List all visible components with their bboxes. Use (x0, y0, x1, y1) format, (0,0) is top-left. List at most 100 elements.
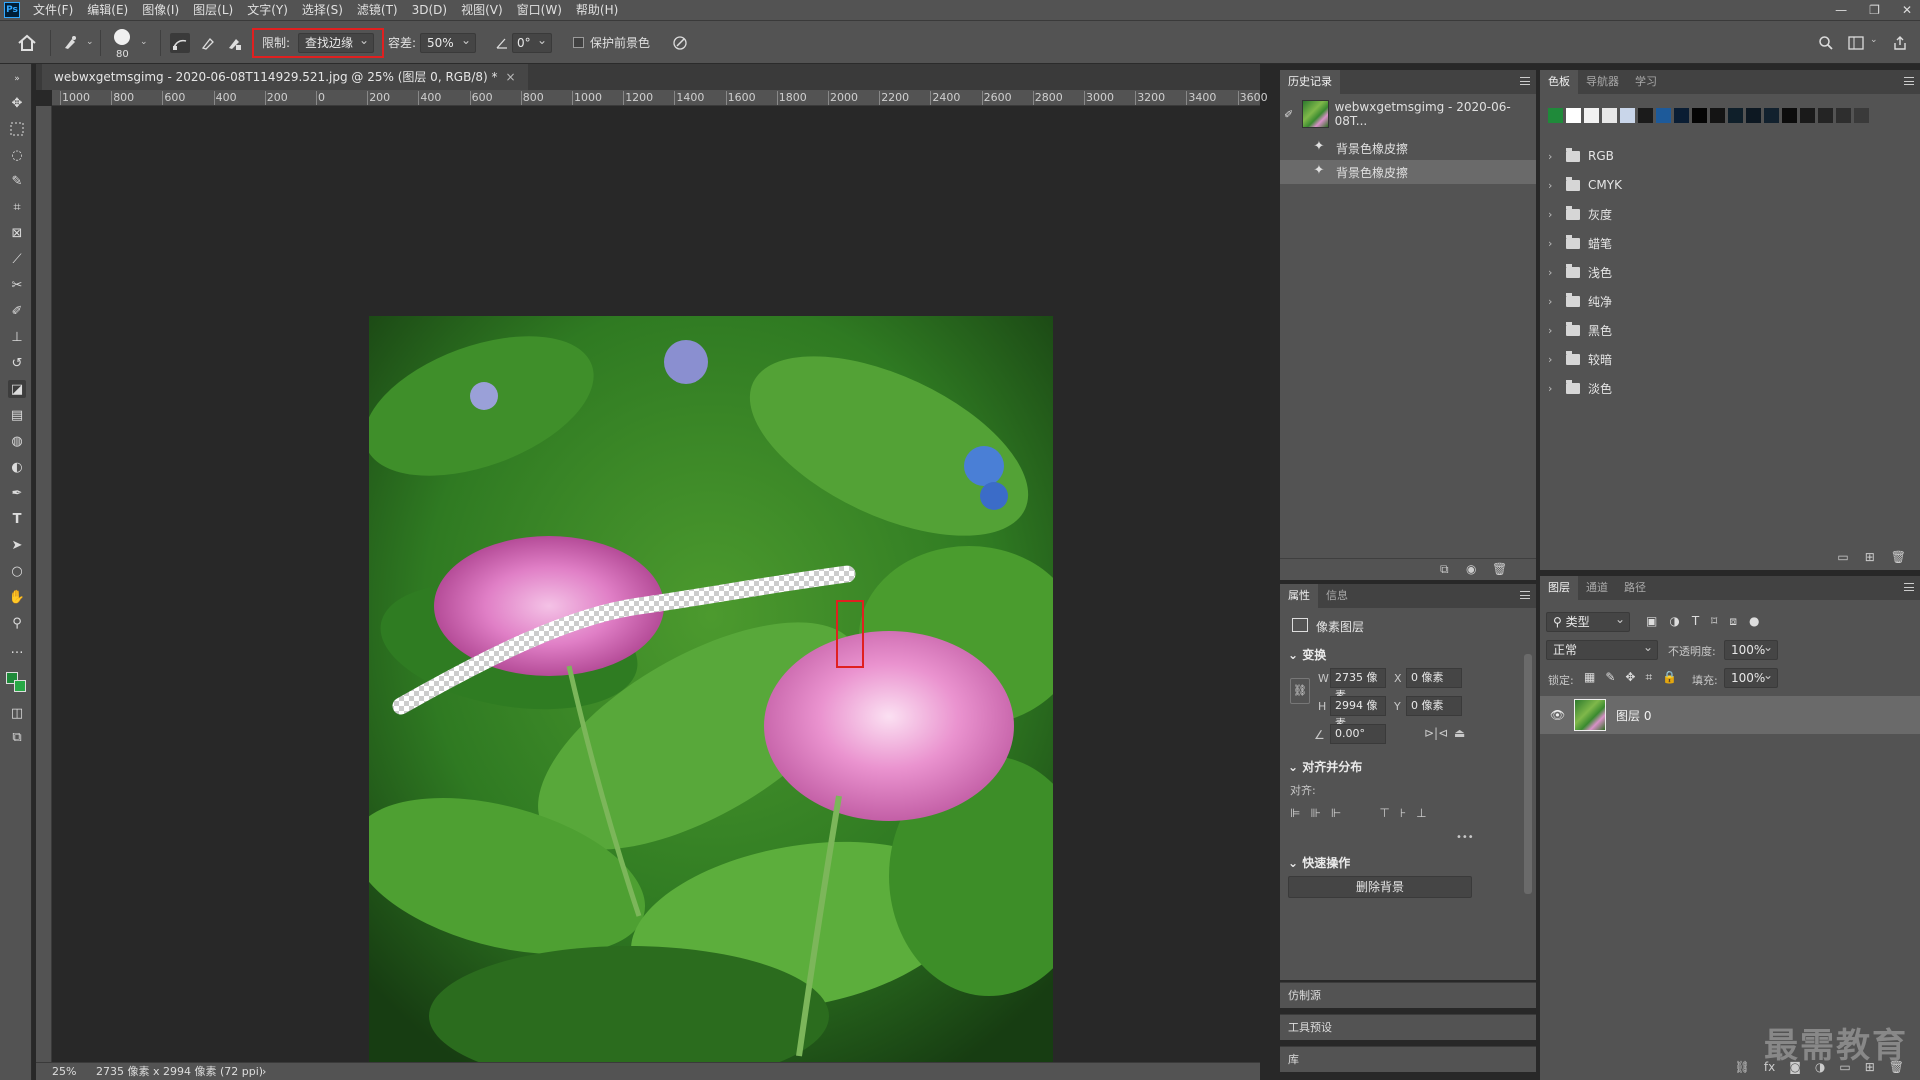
minimize-button[interactable]: — (1835, 0, 1847, 20)
tab-history[interactable]: 历史记录 (1280, 70, 1340, 94)
swatch-group-item[interactable]: › 较暗 (1548, 347, 1612, 371)
color-swatch[interactable] (1674, 108, 1689, 123)
canvas-area[interactable] (52, 106, 1260, 1066)
menu-image[interactable]: 图像(I) (135, 0, 186, 20)
align-top-icon[interactable]: ⊤ (1379, 806, 1389, 820)
tolerance-input[interactable]: 50% (420, 31, 476, 53)
chevron-right-icon[interactable]: › (1548, 382, 1558, 395)
filter-smart-object-icon[interactable]: ⧈ (1729, 614, 1737, 629)
transform-section-title[interactable]: ⌄ 变换 (1280, 646, 1326, 663)
menu-select[interactable]: 选择(S) (295, 0, 350, 20)
flip-horizontal-icon[interactable]: ⊳|⊲ (1424, 726, 1448, 740)
menu-layer[interactable]: 图层(L) (186, 0, 240, 20)
filter-adjustment-icon[interactable]: ◑ (1669, 614, 1679, 629)
hydrangea-photo[interactable] (369, 316, 1053, 1065)
height-field[interactable]: 2994 像素 (1330, 696, 1386, 730)
chevron-right-icon[interactable]: › (1548, 179, 1558, 192)
tab-paths[interactable]: 路径 (1616, 576, 1654, 600)
align-bottom-icon[interactable]: ⊥ (1416, 806, 1426, 820)
menu-type[interactable]: 文字(Y) (240, 0, 295, 20)
chevron-right-icon[interactable]: › (1548, 353, 1558, 366)
swatch-group-item[interactable]: › RGB (1548, 144, 1614, 168)
color-swatch[interactable] (1638, 108, 1653, 123)
document-tab[interactable]: webwxgetmsgimg - 2020-06-08T114929.521.j… (42, 64, 528, 90)
pressure-size-icon[interactable] (670, 33, 690, 53)
chevron-right-icon[interactable]: › (1548, 237, 1558, 250)
new-group-icon[interactable]: ▭ (1837, 550, 1848, 564)
layer-name[interactable]: 图层 0 (1616, 707, 1651, 724)
edit-toolbar-icon[interactable]: … (8, 640, 26, 658)
color-swatch[interactable] (1620, 108, 1635, 123)
tab-info[interactable]: 信息 (1318, 584, 1356, 608)
quick-actions-section-title[interactable]: ⌄ 快速操作 (1280, 854, 1350, 871)
tab-channels[interactable]: 通道 (1578, 576, 1616, 600)
marquee-tool-icon[interactable] (8, 120, 26, 138)
background-color-swatch[interactable] (14, 680, 26, 692)
chevron-right-icon[interactable]: › (1548, 324, 1558, 337)
panel-menu-icon[interactable] (1520, 77, 1530, 85)
color-swatch[interactable] (1602, 108, 1617, 123)
color-swatch[interactable] (1584, 108, 1599, 123)
align-section-title[interactable]: ⌄ 对齐并分布 (1280, 758, 1362, 775)
menu-filter[interactable]: 滤镜(T) (350, 0, 405, 20)
lock-artboard-icon[interactable]: ⌗ (1645, 670, 1652, 685)
history-brush-source-icon[interactable]: ✐ (1284, 108, 1298, 121)
lock-all-icon[interactable]: 🔒 (1662, 670, 1677, 685)
link-layers-icon[interactable]: ⛓ (1735, 1060, 1750, 1074)
align-center-h-icon[interactable]: ⊪ (1310, 806, 1320, 820)
swatch-group-item[interactable]: › 纯净 (1548, 289, 1612, 313)
lock-position-icon[interactable]: ✥ (1625, 670, 1635, 685)
tab-swatches[interactable]: 色板 (1540, 70, 1578, 94)
limit-select[interactable]: 查找边缘 (298, 31, 374, 53)
color-swatch[interactable] (1692, 108, 1707, 123)
trash-icon[interactable]: 🗑 (1492, 562, 1507, 576)
crop-tool-icon[interactable]: ⌗ (8, 198, 26, 216)
chevron-down-icon[interactable]: ⌄ (86, 37, 94, 47)
move-tool-icon[interactable]: ✥ (8, 94, 26, 112)
align-right-icon[interactable]: ⊩ (1331, 806, 1341, 820)
chevron-right-icon[interactable]: › (1548, 295, 1558, 308)
swatch-group-item[interactable]: › 灰度 (1548, 202, 1612, 226)
swatch-group-item[interactable]: › CMYK (1548, 173, 1622, 197)
color-swatch[interactable] (1566, 108, 1581, 123)
camera-icon[interactable]: ◉ (1466, 562, 1476, 576)
sampling-continuous-icon[interactable] (170, 33, 190, 53)
brush-preview-icon[interactable] (114, 29, 130, 45)
filter-toggle-icon[interactable]: ● (1749, 614, 1759, 629)
tab-layers[interactable]: 图层 (1540, 576, 1578, 600)
fill-input[interactable]: 100% (1724, 666, 1778, 688)
color-swatch[interactable] (1818, 108, 1833, 123)
chevron-right-icon[interactable]: › (1548, 150, 1558, 163)
rotation-field[interactable]: 0.00° (1330, 724, 1386, 744)
angle-input[interactable]: 0° (512, 31, 552, 53)
gradient-tool-icon[interactable]: ▤ (8, 406, 26, 424)
close-tab-icon[interactable]: × (506, 70, 516, 84)
menu-window[interactable]: 窗口(W) (510, 0, 569, 20)
color-swatch[interactable] (1764, 108, 1779, 123)
type-tool-icon[interactable]: T (8, 510, 26, 528)
menu-edit[interactable]: 编辑(E) (80, 0, 135, 20)
color-swatch[interactable] (1656, 108, 1671, 123)
history-brush-tool-icon[interactable]: ↺ (8, 354, 26, 372)
libraries-panel[interactable]: 库 (1280, 1046, 1536, 1072)
panel-menu-icon[interactable] (1520, 591, 1530, 599)
swatch-group-item[interactable]: › 黑色 (1548, 318, 1612, 342)
protect-foreground-checkbox[interactable] (573, 37, 584, 48)
tab-navigator[interactable]: 导航器 (1578, 70, 1627, 94)
color-swatch[interactable] (1782, 108, 1797, 123)
flip-vertical-icon[interactable]: ⏏ (1454, 726, 1465, 740)
sampling-background-swatch-icon[interactable] (224, 33, 244, 53)
history-snapshot[interactable]: ✐ webwxgetmsgimg - 2020-06-08T... (1280, 96, 1536, 132)
menu-view[interactable]: 视图(V) (454, 0, 510, 20)
opacity-input[interactable]: 100% (1724, 638, 1778, 660)
blend-mode-select[interactable]: 正常 (1546, 638, 1658, 660)
blur-tool-icon[interactable]: ◍ (8, 432, 26, 450)
frame-tool-icon[interactable]: ⊠ (8, 224, 26, 242)
new-swatch-icon[interactable]: ⊞ (1865, 550, 1875, 564)
trash-icon[interactable]: 🗑 (1891, 550, 1906, 564)
lasso-tool-icon[interactable]: ◌ (8, 146, 26, 164)
search-icon[interactable] (1816, 33, 1836, 53)
color-swatch[interactable] (1800, 108, 1815, 123)
brush-tool-icon[interactable]: ✐ (8, 302, 26, 320)
chevron-down-icon[interactable]: ⌄ (1870, 35, 1878, 45)
